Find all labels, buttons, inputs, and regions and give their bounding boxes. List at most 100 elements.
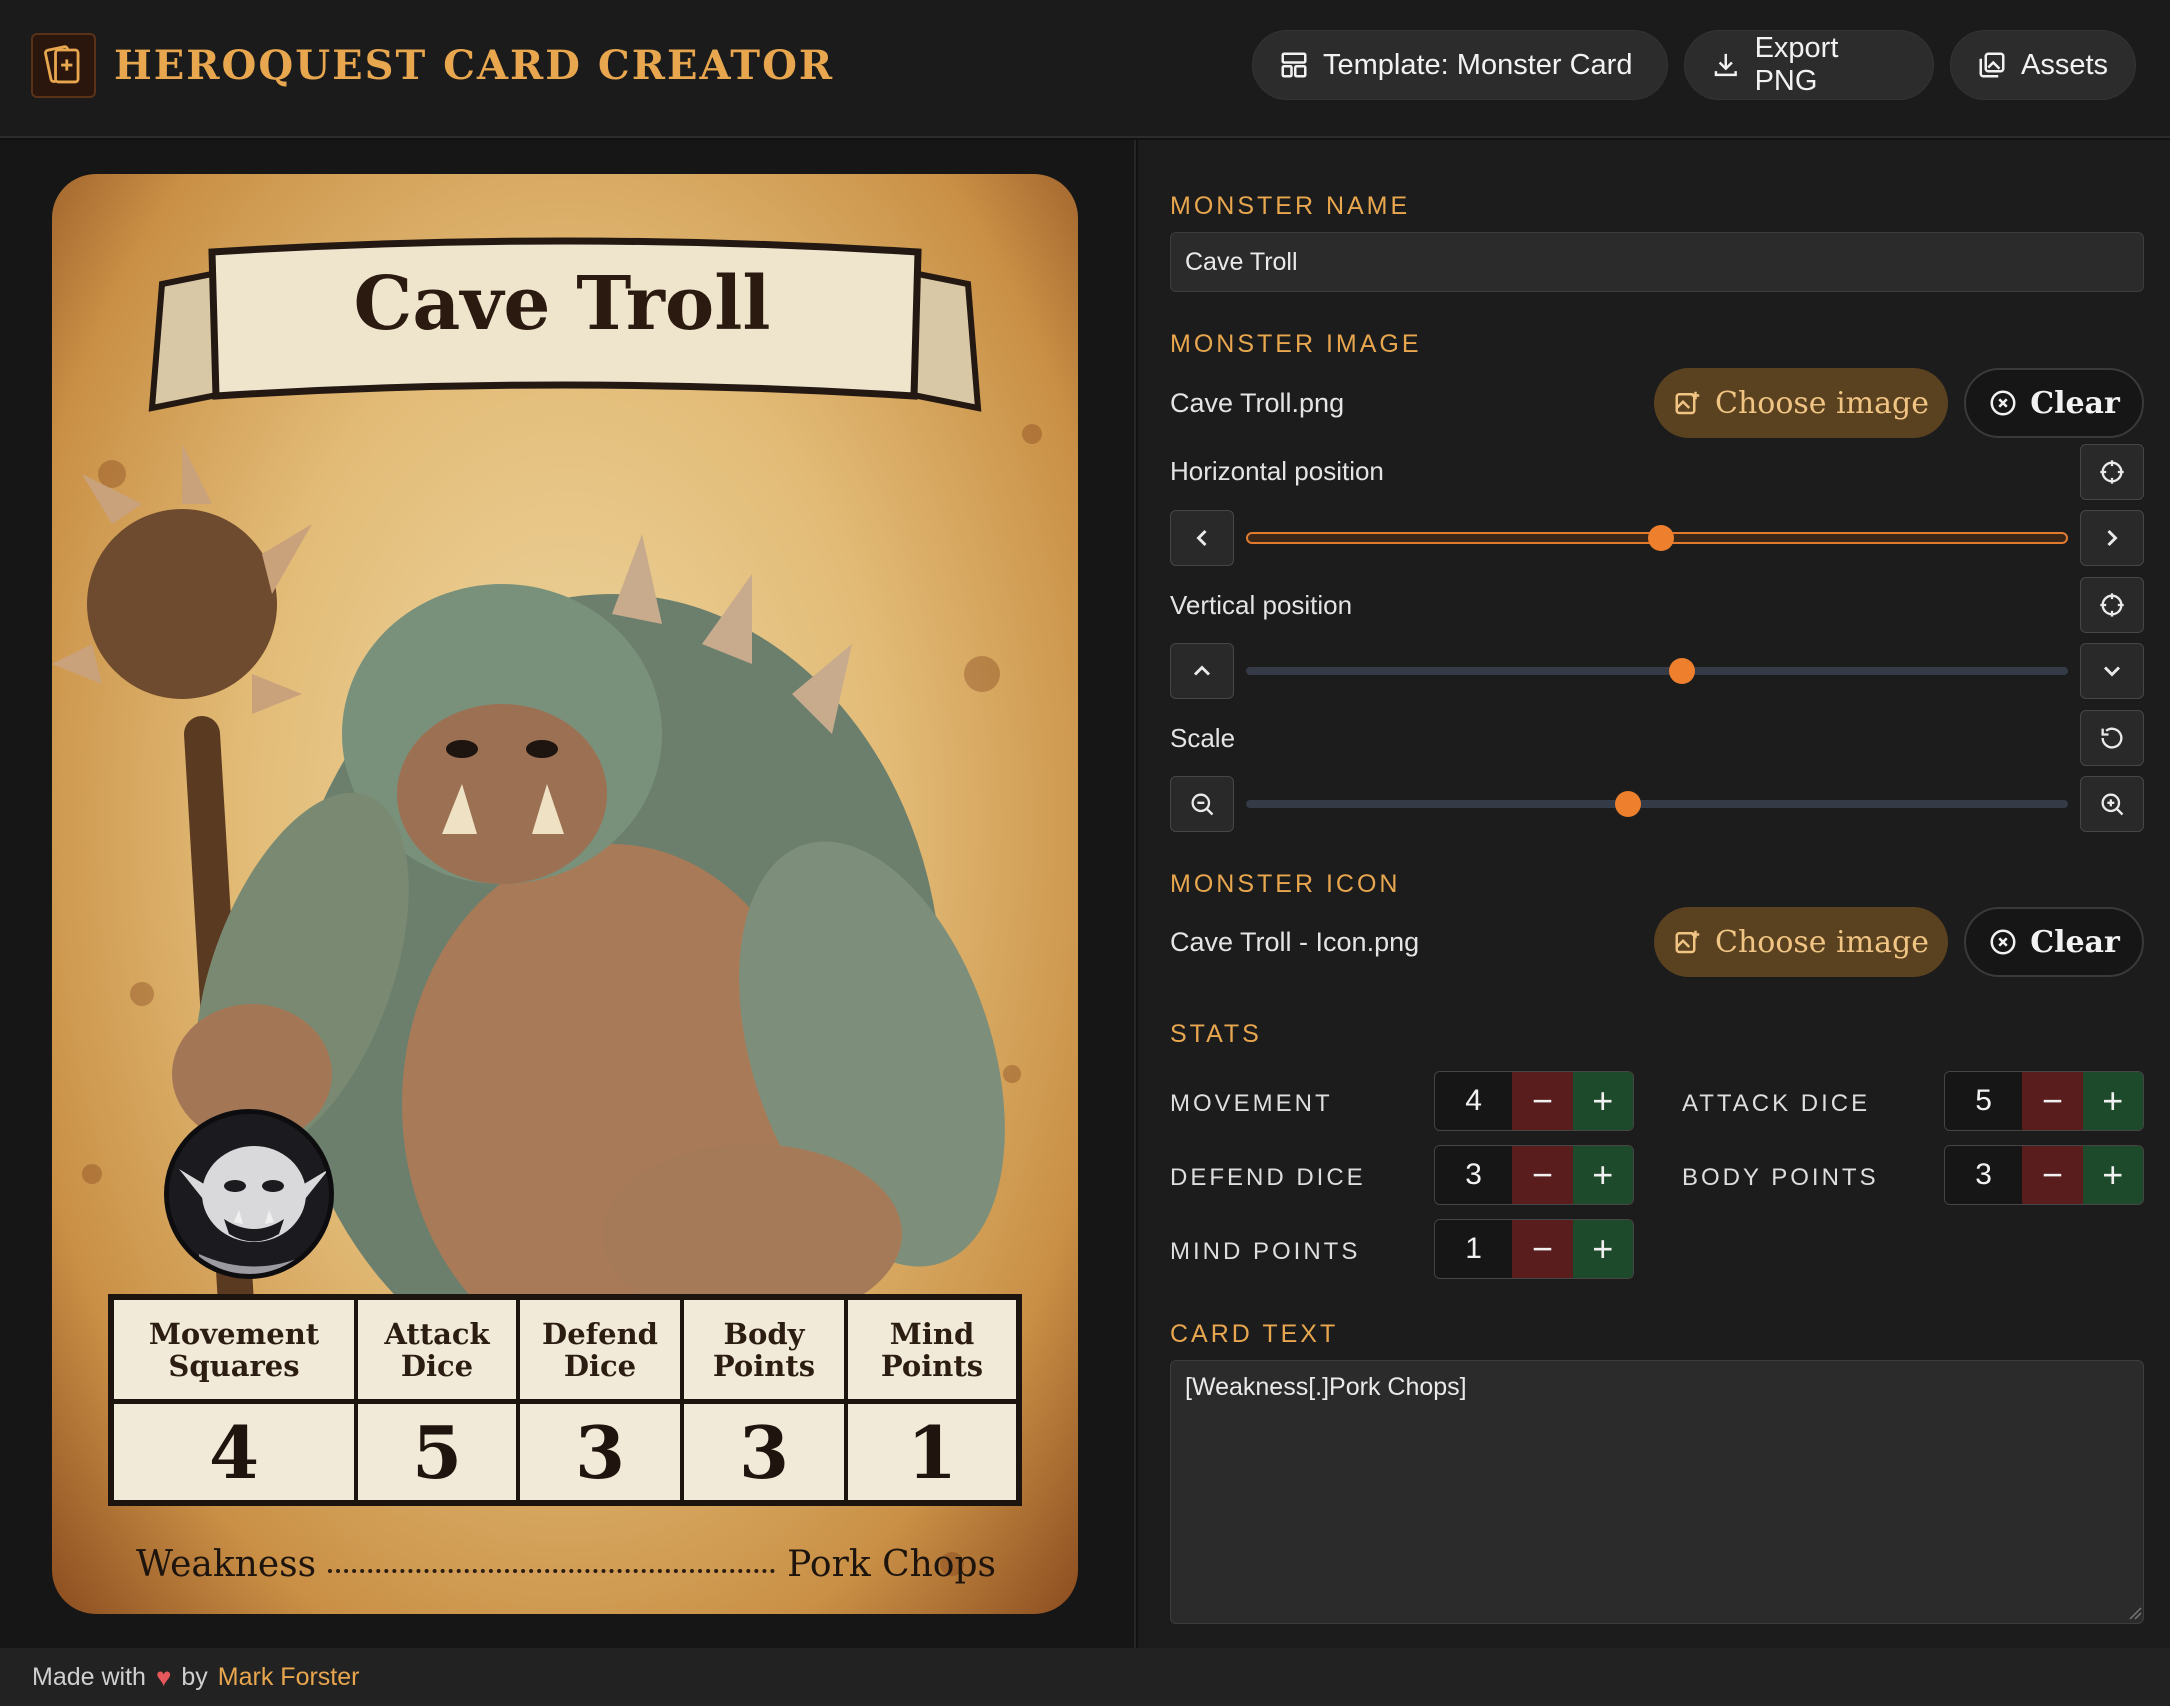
attack-dice-increment-button[interactable]: + bbox=[2082, 1072, 2143, 1130]
monster-image-label: Monster Image bbox=[1170, 330, 1422, 358]
footer-by: by bbox=[181, 1662, 208, 1691]
monster-image-filename: Cave Troll.png bbox=[1170, 388, 1345, 418]
card-title: Cave Troll bbox=[353, 261, 771, 347]
monster-icon-badge bbox=[164, 1109, 334, 1279]
horizontal-position-slider[interactable] bbox=[1246, 523, 2068, 553]
stat-value-attack: 5 bbox=[358, 1404, 520, 1500]
mind-points-label: Mind Points bbox=[1170, 1238, 1361, 1265]
stat-value-mind: 1 bbox=[906, 1409, 958, 1495]
move-up-button[interactable] bbox=[1170, 643, 1234, 699]
defend-dice-label: Defend Dice bbox=[1170, 1164, 1366, 1191]
chevron-up-icon bbox=[1193, 665, 1211, 676]
chevron-right-icon bbox=[2107, 529, 2118, 547]
choose-monster-icon-button[interactable]: Choose image bbox=[1654, 907, 1948, 977]
scale-label: Scale bbox=[1170, 723, 1236, 753]
attack-dice-value[interactable]: 5 bbox=[1945, 1072, 2023, 1130]
stats-label: Stats bbox=[1170, 1020, 1262, 1048]
card-text-textarea[interactable]: [Weakness[.]Pork Chops] bbox=[1170, 1360, 2144, 1624]
movement-increment-button[interactable]: + bbox=[1572, 1072, 1633, 1130]
mind-points-value[interactable]: 1 bbox=[1435, 1220, 1513, 1278]
choose-monster-image-button[interactable]: Choose image bbox=[1654, 368, 1948, 438]
body-points-decrement-button[interactable]: − bbox=[2022, 1146, 2083, 1204]
monster-card: Cave Troll Movement Squares Attack Dice De… bbox=[52, 174, 1078, 1614]
move-left-button[interactable] bbox=[1170, 510, 1234, 566]
scale-slider[interactable] bbox=[1246, 789, 2068, 819]
monster-icon-filename: Cave Troll - Icon.png bbox=[1170, 927, 1420, 957]
layout-icon bbox=[1281, 52, 1307, 78]
defend-dice-increment-button[interactable]: + bbox=[1572, 1146, 1633, 1204]
close-circle-icon bbox=[1990, 929, 2016, 955]
movement-decrement-button[interactable]: − bbox=[1512, 1072, 1573, 1130]
move-right-button[interactable] bbox=[2080, 510, 2144, 566]
movement-value[interactable]: 4 bbox=[1435, 1072, 1513, 1130]
image-add-icon bbox=[1675, 930, 1700, 954]
stat-header-attack: Attack Dice bbox=[358, 1300, 520, 1399]
attack-dice-label: Attack Dice bbox=[1682, 1090, 1871, 1117]
stat-header-defend: Defend Dice bbox=[520, 1300, 684, 1399]
mind-points-increment-button[interactable]: + bbox=[1572, 1220, 1633, 1278]
card-text-label: Card Text bbox=[1170, 1320, 1339, 1348]
assets-button-label: Assets bbox=[2021, 48, 2109, 81]
defend-dice-decrement-button[interactable]: − bbox=[1512, 1146, 1573, 1204]
card-text-dots bbox=[328, 1569, 776, 1573]
chevron-left-icon bbox=[1196, 529, 1207, 547]
stat-header-movement: Movement Squares bbox=[114, 1300, 358, 1399]
monster-name-label: Monster Name bbox=[1170, 192, 1411, 220]
vertical-slider-thumb[interactable] bbox=[1668, 658, 1695, 684]
vertical-position-label: Vertical position bbox=[1170, 590, 1353, 620]
app-title: HeroQuest Card Creator bbox=[114, 42, 835, 89]
stat-value-movement: 4 bbox=[114, 1404, 358, 1500]
body-points-value[interactable]: 3 bbox=[1945, 1146, 2023, 1204]
body-points-stepper: 3 − + bbox=[1944, 1145, 2144, 1205]
attack-dice-decrement-button[interactable]: − bbox=[2022, 1072, 2083, 1130]
stat-value-body: 3 bbox=[684, 1404, 848, 1500]
zoom-out-button[interactable] bbox=[1170, 776, 1234, 832]
stat-header-mind: Mind Points bbox=[880, 1316, 984, 1383]
zoom-in-icon bbox=[2101, 793, 2124, 816]
template-button-label: Template: Monster Card bbox=[1323, 48, 1633, 81]
reset-scale-button[interactable] bbox=[2080, 710, 2144, 766]
center-horizontal-button[interactable] bbox=[2080, 444, 2144, 500]
move-down-button[interactable] bbox=[2080, 643, 2144, 699]
defend-dice-value[interactable]: 3 bbox=[1435, 1146, 1513, 1204]
crosshair-icon bbox=[2100, 593, 2124, 617]
resize-grip-icon[interactable] bbox=[2128, 1606, 2142, 1620]
image-add-icon bbox=[1675, 391, 1700, 415]
crosshair-icon bbox=[2100, 460, 2124, 484]
body-points-label: Body Points bbox=[1682, 1164, 1879, 1191]
mind-points-stepper: 1 − + bbox=[1434, 1219, 1634, 1279]
monster-name-input[interactable] bbox=[1170, 232, 2144, 292]
footer-made-with: Made with bbox=[32, 1662, 146, 1691]
export-button-label: Export PNG bbox=[1754, 32, 1839, 97]
heart-icon: ♥ bbox=[155, 1661, 172, 1692]
clear-monster-image-button[interactable]: Clear bbox=[1964, 368, 2144, 438]
zoom-out-icon bbox=[1191, 793, 1214, 816]
zoom-in-button[interactable] bbox=[2080, 776, 2144, 832]
stat-header-body: Body Points bbox=[684, 1300, 848, 1399]
clear-monster-icon-button[interactable]: Clear bbox=[1964, 907, 2144, 977]
template-button[interactable]: Template: Monster Card bbox=[1252, 30, 1668, 100]
export-png-button[interactable]: Export PNG bbox=[1684, 30, 1934, 100]
scale-slider-thumb[interactable] bbox=[1615, 791, 1642, 817]
center-vertical-button[interactable] bbox=[2080, 577, 2144, 633]
horizontal-slider-thumb[interactable] bbox=[1648, 525, 1675, 551]
vertical-position-slider[interactable] bbox=[1246, 656, 2068, 686]
attack-dice-stepper: 5 − + bbox=[1944, 1071, 2144, 1131]
chevron-down-icon bbox=[2103, 666, 2121, 677]
monster-icon-label: Monster Icon bbox=[1170, 870, 1401, 898]
download-icon bbox=[1714, 53, 1737, 77]
card-preview-pane: Cave Troll Movement Squares Attack Dice De… bbox=[0, 140, 1136, 1648]
author-link[interactable]: Mark Forster bbox=[218, 1663, 360, 1692]
images-icon bbox=[1979, 52, 2005, 78]
body-points-increment-button[interactable]: + bbox=[2082, 1146, 2143, 1204]
movement-stepper: 4 − + bbox=[1434, 1071, 1634, 1131]
logo-icon bbox=[31, 33, 96, 98]
stat-value-defend: 3 bbox=[520, 1404, 684, 1500]
close-circle-icon bbox=[1990, 390, 2016, 416]
reset-icon bbox=[2101, 727, 2123, 749]
card-stats-table: Movement Squares Attack Dice Defend Dice Bo… bbox=[108, 1294, 1022, 1506]
card-text-left: Weakness bbox=[136, 1544, 317, 1585]
mind-points-decrement-button[interactable]: − bbox=[1512, 1220, 1573, 1278]
movement-label: Movement bbox=[1170, 1090, 1333, 1117]
assets-button[interactable]: Assets bbox=[1950, 30, 2136, 100]
